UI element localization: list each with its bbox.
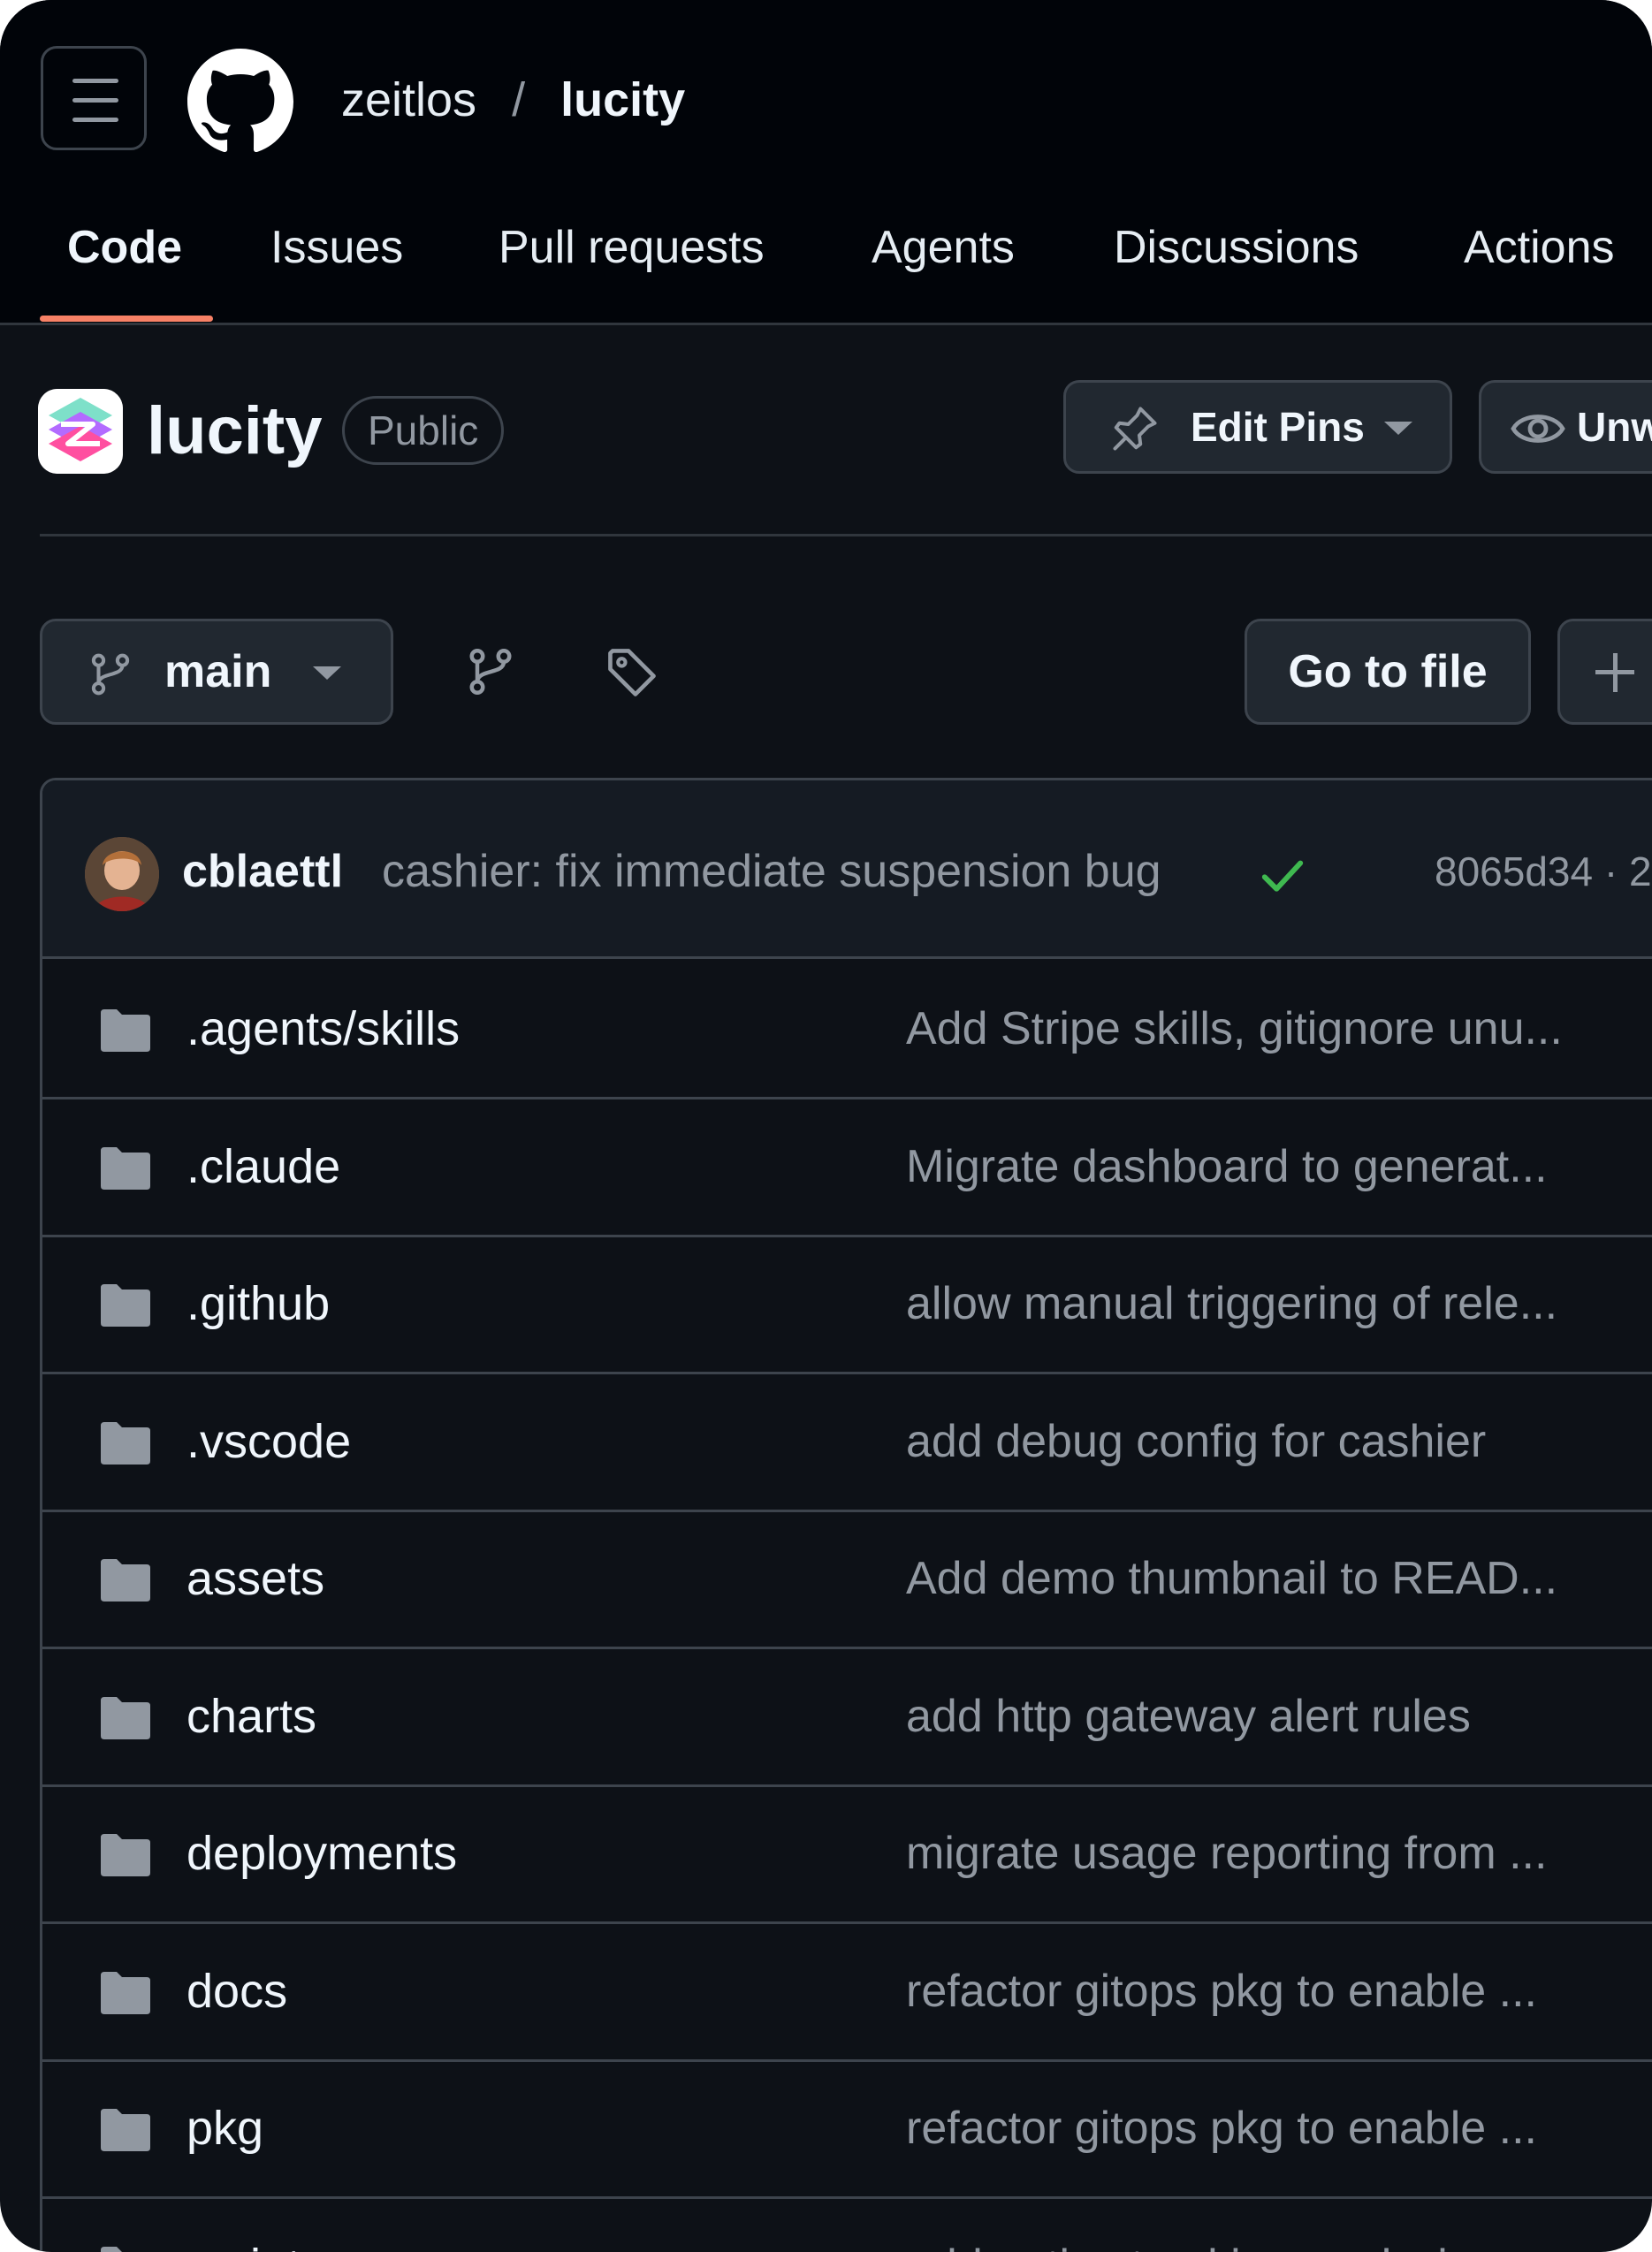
tab-discussions[interactable]: Discussions [1114,208,1359,323]
file-name-link[interactable]: assets [187,1511,324,1646]
tab-actions[interactable]: Actions [1464,208,1615,323]
breadcrumb-owner-link[interactable]: zeitlos [341,72,476,127]
file-row[interactable]: assets Add demo thumbnail to READ... [42,1511,1652,1649]
chevron-down-icon [313,666,341,680]
folder-icon [101,1009,150,1052]
file-name-link[interactable]: docs [187,1924,287,2058]
go-to-file-button[interactable]: Go to file [1245,619,1531,725]
file-row[interactable]: .github allow manual triggering of rele..… [42,1236,1652,1374]
pin-icon [1113,407,1157,451]
file-name-link[interactable]: deployments [187,1786,457,1921]
folder-icon [101,1696,150,1739]
menu-button[interactable] [41,46,147,150]
file-commit-message[interactable]: allow manual triggering of rele... [906,1236,1557,1371]
mobile-screen: zeitlos / lucity Code Issues Pull reques… [0,0,1652,2252]
folder-icon [101,1834,150,1876]
file-commit-message[interactable]: Add Stripe skills, gitignore unu... [906,962,1563,1096]
file-listing: cblaettl cashier: fix immediate suspensi… [40,778,1652,2252]
file-commit-message[interactable]: refactor gitops pkg to enable ... [906,2061,1537,2195]
tab-agents[interactable]: Agents [872,208,1015,323]
file-commit-message[interactable]: add http gateway alert rules [906,1649,1471,1784]
folder-icon [101,2109,150,2151]
github-mark-icon[interactable] [187,49,293,155]
folder-icon [101,1284,150,1327]
file-commit-message[interactable]: migrate usage reporting from ... [906,1786,1547,1921]
git-branch-icon [91,653,130,696]
avatar[interactable] [85,837,159,911]
repo-avatar-icon [38,389,123,474]
file-row[interactable]: .agents/skills Add Stripe skills, gitigno… [42,962,1652,1099]
folder-icon [101,1421,150,1465]
breadcrumb: zeitlos / lucity [341,69,685,131]
tab-code[interactable]: Code [67,208,182,323]
app-header: zeitlos / lucity Code Issues Pull reques… [0,0,1652,325]
hamburger-icon-line [72,79,118,83]
file-row[interactable]: docs refactor gitops pkg to enable ... [42,1924,1652,2062]
file-name-link[interactable]: charts [187,1649,316,1784]
file-row[interactable]: .vscode add debug config for cashier [42,1374,1652,1512]
breadcrumb-separator: / [512,73,526,126]
folder-icon [101,2246,149,2252]
file-commit-message[interactable]: Migrate dashboard to generat... [906,1099,1548,1234]
tab-issues[interactable]: Issues [270,208,403,323]
unwatch-label: Unwatch [1577,404,1652,450]
file-name-link[interactable]: scripts [187,2199,324,2252]
folder-icon [101,1146,150,1190]
hamburger-icon-line [72,118,118,122]
file-row[interactable]: pkg refactor gitops pkg to enable ... [42,2061,1652,2199]
commit-author[interactable]: cblaettl [182,780,343,962]
file-row[interactable]: .claude Migrate dashboard to generat... [42,1099,1652,1237]
file-commit-message[interactable]: add native tracking analysis... [906,2199,1509,2252]
file-name-link[interactable]: .github [187,1236,330,1371]
edit-pins-label: Edit Pins [1191,404,1365,450]
unwatch-button[interactable]: Unwatch [1479,380,1652,474]
file-commit-message[interactable]: add debug config for cashier [906,1374,1486,1509]
active-tab-indicator [40,316,213,322]
branch-name: main [164,646,272,697]
check-icon[interactable] [1259,851,1306,899]
divider [40,534,1652,536]
repo-nav-tabs: Code Issues Pull requests Agents Discuss… [0,208,1652,323]
repo-title[interactable]: lucity [147,389,323,474]
branch-selector-button[interactable]: main [40,619,393,725]
file-row[interactable]: deployments migrate usage reporting from … [42,1786,1652,1924]
edit-pins-button[interactable]: Edit Pins [1063,380,1452,474]
eye-icon [1511,415,1565,443]
commit-sha[interactable]: 8065d34 · 2 [1435,780,1652,962]
breadcrumb-repo-link[interactable]: lucity [560,72,685,127]
branches-icon[interactable] [464,645,517,698]
file-name-link[interactable]: .claude [187,1099,340,1234]
folder-icon [101,1559,150,1602]
chevron-down-icon [1384,422,1412,435]
folder-icon [101,1971,150,2014]
tab-pull-requests[interactable]: Pull requests [499,208,765,323]
tag-icon[interactable] [605,645,659,700]
file-row[interactable]: charts add http gateway alert rules [42,1649,1652,1787]
commit-message[interactable]: cashier: fix immediate suspension bug [382,780,1161,962]
file-name-link[interactable]: .agents/skills [187,962,460,1096]
plus-icon [1613,653,1618,692]
visibility-badge: Public [342,396,505,465]
hamburger-icon-line [72,98,118,103]
file-commit-message[interactable]: Add demo thumbnail to READ... [906,1511,1557,1646]
file-name-link[interactable]: .vscode [187,1374,351,1509]
add-file-button[interactable] [1557,619,1652,725]
file-name-link[interactable]: pkg [187,2061,263,2195]
latest-commit-row: cblaettl cashier: fix immediate suspensi… [42,780,1652,959]
file-row[interactable]: scripts add native tracking analysis... [42,2199,1652,2252]
file-commit-message[interactable]: refactor gitops pkg to enable ... [906,1924,1537,2058]
